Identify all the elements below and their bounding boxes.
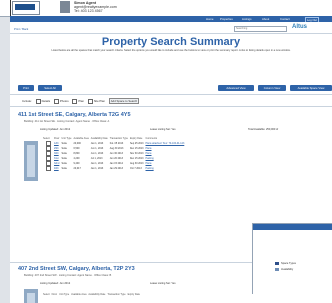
option-photos-checkbox[interactable] — [53, 98, 59, 104]
building-photo[interactable] — [24, 289, 38, 303]
listing-updated: Listing Updated: Jun 2012 — [40, 282, 71, 285]
listing-lease-set: Lease Listing Set: Yes — [150, 128, 176, 131]
table-cell[interactable]: Parking — [145, 166, 186, 171]
table-cell: 20,017 — [73, 167, 81, 170]
legend-swatch — [275, 268, 279, 271]
column-header[interactable]: Available Area — [70, 292, 87, 297]
select-all-button[interactable]: Select All — [38, 85, 62, 91]
agent-phone: Tel: 403 123 4567 — [74, 9, 103, 13]
option-photos-label: Photos — [59, 99, 69, 103]
legend-label: Availability — [281, 268, 294, 271]
option-plan-checkbox[interactable] — [72, 98, 78, 104]
listing-meta: Building: 411 1st Street SE · Listing Co… — [24, 120, 110, 123]
agent-contact: Simon Agent agent@realtyexample.com Tel:… — [74, 1, 134, 13]
available-space-view-button[interactable]: Available Space View — [290, 85, 332, 91]
listing-lease-set: Lease Listing Set: Yes — [150, 282, 176, 285]
option-siteplan-checkbox[interactable] — [87, 98, 93, 104]
column-header[interactable]: Unit Type — [58, 292, 70, 297]
building-photo[interactable] — [24, 141, 38, 181]
nav-listings[interactable]: Listings — [242, 17, 251, 21]
print-button[interactable]: Print — [18, 85, 34, 91]
divider — [10, 94, 332, 95]
listing-title[interactable]: 411 1st Street SE, Calgary, Alberta T2G … — [18, 112, 131, 118]
back-link[interactable]: Print / Back — [14, 27, 28, 31]
option-siteplan-label: Site Plan — [93, 99, 106, 103]
agent-header — [0, 0, 332, 17]
row-select-checkbox[interactable] — [42, 166, 53, 171]
map-overlay-panel[interactable]: Space Types Availability — [252, 223, 332, 294]
option-plan-label: Plan — [78, 99, 85, 103]
table-cell: Suite — [61, 167, 67, 170]
legend-label: Space Types — [281, 262, 296, 265]
nav-properties[interactable]: Properties — [220, 17, 233, 21]
column-header[interactable]: Transaction Type — [106, 292, 126, 297]
listing-updated: Listing Updated: Jun 2012 — [40, 128, 71, 131]
listing-total-available: Total Available: 250,000 sf — [248, 128, 279, 131]
column-header[interactable]: Select — [42, 292, 51, 297]
page-title: Property Search Summary — [101, 36, 241, 48]
legend-swatch — [275, 262, 279, 265]
column-view-button[interactable]: Column View — [258, 85, 286, 91]
legend-row: Availability — [275, 268, 293, 271]
altus-logo: Altus — [292, 24, 307, 30]
column-header[interactable]: Availability Date — [87, 292, 106, 297]
agent-avatar — [60, 1, 70, 13]
units-table: Select Floor Unit Type Available Area Availa… — [42, 292, 141, 297]
column-header[interactable]: Floor — [51, 292, 58, 297]
column-header[interactable]: Expiry Date — [127, 292, 141, 297]
legend-row: Space Types — [275, 262, 296, 265]
divider — [10, 106, 332, 107]
include-options: Include: Details Photos Plan Site Plan A… — [22, 98, 140, 104]
table-cell: Jan 1, 2013 — [90, 167, 104, 170]
option-details-label: Details — [41, 99, 51, 103]
add-space-button[interactable]: Add Space to Search — [108, 98, 140, 104]
option-details-checkbox[interactable] — [35, 98, 41, 104]
page-subtitle: Listed below are all the spaces that mat… — [51, 49, 291, 52]
left-margin-strip — [0, 0, 11, 16]
options-label: Include: — [22, 99, 32, 103]
overlay-header[interactable] — [253, 224, 332, 230]
advanced-view-button[interactable]: Advanced View — [218, 85, 254, 91]
brand-search-input[interactable]: Searching — [234, 26, 287, 32]
table-cell: Jan 29 2013 — [109, 167, 123, 170]
checkbox[interactable] — [46, 166, 51, 171]
units-table: Select Floor Unit Type Available Area Availa… — [42, 136, 185, 171]
listing-title[interactable]: 407 2nd Street SW, Calgary, Alberta, T2P… — [18, 266, 135, 272]
table-cell[interactable]: 40th — [53, 166, 60, 171]
table-row: 40th Suite 20,017 Jan 1, 2013 Jan 29 2013 Oct… — [42, 166, 185, 171]
table-cell: Oct 7 2013 — [129, 167, 142, 170]
realty-logo[interactable] — [12, 1, 40, 15]
nav-about[interactable]: About — [262, 17, 269, 21]
listing-meta: Building: 407 2nd Street SW · Listing Co… — [24, 274, 112, 277]
nav-contact[interactable]: Contact — [280, 17, 290, 21]
nav-home[interactable]: Home — [206, 17, 213, 21]
